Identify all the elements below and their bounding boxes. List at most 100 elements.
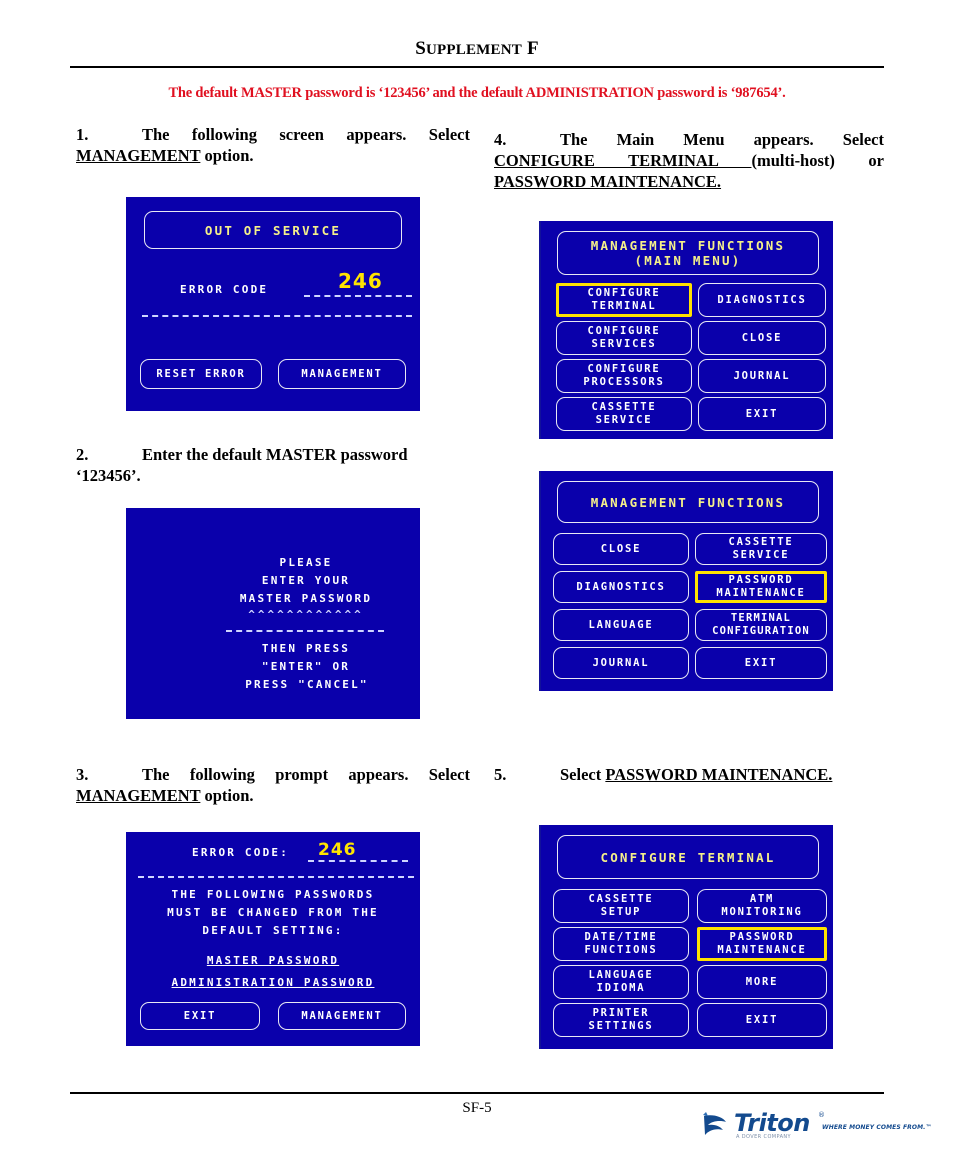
screen4-button-configure-services[interactable]: CONFIGURE SERVICES [556, 321, 692, 355]
footer-rule [70, 1092, 884, 1094]
triton-tagline: WHERE MONEY COMES FROM.™ [822, 1124, 932, 1131]
screen6-title-line1: CONFIGURE TERMINAL [600, 849, 776, 865]
screen6-button-language-idioma[interactable]: LANGUAGE IDIOMA [553, 965, 689, 999]
screen5-btn-r2-line1: PASSWORD [728, 574, 794, 586]
screen5-button-cassette-service[interactable]: CASSETTE SERVICE [695, 533, 827, 565]
screen5-btn-l2-line1: DIAGNOSTICS [576, 580, 666, 593]
screen5-button-exit[interactable]: EXIT [695, 647, 827, 679]
screen-management-functions: MANAGEMENT FUNCTIONS CLOSE DIAGNOSTICS L… [539, 471, 833, 691]
screen6-btn-r3-line1: MORE [745, 975, 779, 988]
step-4-body-c: (multi-host) or [751, 151, 885, 170]
screen3-item-master-password: MASTER PASSWORD [206, 954, 340, 967]
page-header-title: SUPPLEMENT F [415, 38, 539, 59]
screen2-entry-underline [226, 630, 384, 632]
triton-registered-icon: ® [818, 1111, 825, 1119]
step-3-body-c: option. [200, 786, 254, 805]
step-5-number: 5. [494, 765, 507, 784]
triton-wordmark: Triton [734, 1109, 810, 1137]
screen6-button-more[interactable]: MORE [697, 965, 827, 999]
screen6-btn-r4-line1: EXIT [745, 1013, 779, 1026]
step-4-text: 4. The Main Menu appears. Select CONFIGUR… [494, 129, 884, 192]
screen4-title-banner: MANAGEMENT FUNCTIONS (MAIN MENU) [557, 231, 819, 275]
screen6-btn-l3-line1: LANGUAGE [588, 969, 654, 981]
screen1-error-code: 246 [338, 269, 383, 293]
screen5-btn-r3-line2: CONFIGURATION [712, 625, 810, 637]
screen5-button-close[interactable]: CLOSE [553, 533, 689, 565]
screen1-error-label: ERROR CODE [180, 283, 269, 296]
screen2-line-enter-your: ENTER YOUR [261, 574, 351, 587]
step-3-keyword: MANAGEMENT [76, 786, 201, 805]
step-4-number: 4. [494, 130, 507, 149]
step-4-body-a: The Main Menu appears. Select [560, 130, 884, 149]
screen3-button-exit[interactable]: EXIT [140, 1002, 260, 1030]
screen2-line-enter-or: "ENTER" OR [261, 660, 351, 673]
screen4-btn-r4-line1: EXIT [745, 407, 779, 420]
default-password-notice: The default MASTER password is ‘123456’ … [168, 85, 786, 101]
screen4-btn-r2-line1: CLOSE [741, 331, 783, 344]
step-5-body-a: Select [560, 765, 606, 784]
screen6-btn-l2-line2: FUNCTIONS [584, 944, 658, 956]
screen1-button-reset-error[interactable]: RESET ERROR [140, 359, 262, 389]
screen6-button-printer-settings[interactable]: PRINTER SETTINGS [553, 1003, 689, 1037]
step-3-body-a: The following prompt appears. Select [142, 765, 470, 784]
step-3-number: 3. [76, 765, 89, 784]
screen6-btn-l1-line1: CASSETTE [588, 893, 654, 905]
screen3-dash-line-1 [308, 860, 408, 862]
step-5-text: 5. Select PASSWORD MAINTENANCE. [494, 764, 884, 785]
screen4-button-configure-terminal[interactable]: CONFIGURE TERMINAL [556, 283, 692, 317]
step-3-text: 3. The following prompt appears. Select M… [76, 764, 470, 806]
screen1-button-management-label: MANAGEMENT [301, 367, 383, 380]
screen5-button-terminal-configuration[interactable]: TERMINAL CONFIGURATION [695, 609, 827, 641]
screen6-button-date-time-functions[interactable]: DATE/TIME FUNCTIONS [553, 927, 689, 961]
screen5-btn-r3-line1: TERMINAL [730, 612, 792, 624]
screen3-error-label: ERROR CODE: [192, 846, 290, 859]
screen6-button-atm-monitoring[interactable]: ATM MONITORING [697, 889, 827, 923]
triton-logo: Triton ® WHERE MONEY COMES FROM.™ A DOVE… [700, 1108, 932, 1148]
document-page: SUPPLEMENT F The default MASTER password… [0, 0, 954, 1159]
screen4-button-configure-processors[interactable]: CONFIGURE PROCESSORS [556, 359, 692, 393]
screen4-button-cassette-service[interactable]: CASSETTE SERVICE [556, 397, 692, 431]
screen6-btn-r2-line2: MAINTENANCE [717, 944, 807, 956]
screen6-btn-l4-line2: SETTINGS [588, 1020, 654, 1032]
screen-master-password-prompt: PLEASE ENTER YOUR MASTER PASSWORD ^^^^^^… [126, 508, 420, 719]
screen5-btn-r1-line2: SERVICE [732, 549, 790, 561]
screen5-button-journal[interactable]: JOURNAL [553, 647, 689, 679]
screen6-button-exit[interactable]: EXIT [697, 1003, 827, 1037]
screen4-btn-l3-line2: PROCESSORS [583, 376, 665, 388]
screen5-btn-r4-line1: EXIT [744, 656, 778, 669]
screen1-button-reset-error-label: RESET ERROR [156, 367, 246, 380]
screen6-button-cassette-setup[interactable]: CASSETTE SETUP [553, 889, 689, 923]
step-2-number: 2. [76, 445, 89, 464]
screen3-button-management[interactable]: MANAGEMENT [278, 1002, 406, 1030]
screen3-body-line-2: MUST BE CHANGED FROM THE [167, 906, 379, 919]
screen4-button-diagnostics[interactable]: DIAGNOSTICS [698, 283, 826, 317]
screen1-dash-line-2 [142, 315, 412, 317]
screen4-button-exit[interactable]: EXIT [698, 397, 826, 431]
screen1-button-management[interactable]: MANAGEMENT [278, 359, 406, 389]
screen1-title-text: OUT OF SERVICE [204, 222, 342, 238]
screen6-button-password-maintenance[interactable]: PASSWORD MAINTENANCE [697, 927, 827, 961]
triton-wave-icon [700, 1110, 730, 1145]
screen6-btn-r1-line1: ATM [749, 893, 775, 905]
screen5-btn-r2-line2: MAINTENANCE [716, 587, 806, 599]
screen4-btn-r3-line1: JOURNAL [733, 369, 791, 382]
screen4-btn-l2-line1: CONFIGURE [587, 325, 661, 337]
screen5-button-diagnostics[interactable]: DIAGNOSTICS [553, 571, 689, 603]
screen6-btn-r2-line1: PASSWORD [729, 931, 795, 943]
step-4-keyword-1: CONFIGURE TERMINAL [494, 151, 752, 170]
screen5-button-password-maintenance[interactable]: PASSWORD MAINTENANCE [695, 571, 827, 603]
header-rule [70, 66, 884, 68]
screen5-btn-l4-line1: JOURNAL [592, 656, 650, 669]
screen2-line-press-cancel: PRESS "CANCEL" [245, 678, 369, 691]
screen4-button-close[interactable]: CLOSE [698, 321, 826, 355]
screen1-title-banner: OUT OF SERVICE [144, 211, 402, 249]
screen4-btn-l4-line1: CASSETTE [591, 401, 657, 413]
screen3-button-management-label: MANAGEMENT [301, 1009, 383, 1022]
screen4-button-journal[interactable]: JOURNAL [698, 359, 826, 393]
screen4-btn-l4-line2: SERVICE [595, 414, 653, 426]
screen5-button-language[interactable]: LANGUAGE [553, 609, 689, 641]
screen-out-of-service: OUT OF SERVICE ERROR CODE 246 RESET ERRO… [126, 197, 420, 411]
step-5-keyword: PASSWORD MAINTENANCE. [605, 765, 833, 784]
step-1-text: 1. The following screen appears. Select M… [76, 124, 470, 166]
screen2-line-please: PLEASE [279, 556, 333, 569]
